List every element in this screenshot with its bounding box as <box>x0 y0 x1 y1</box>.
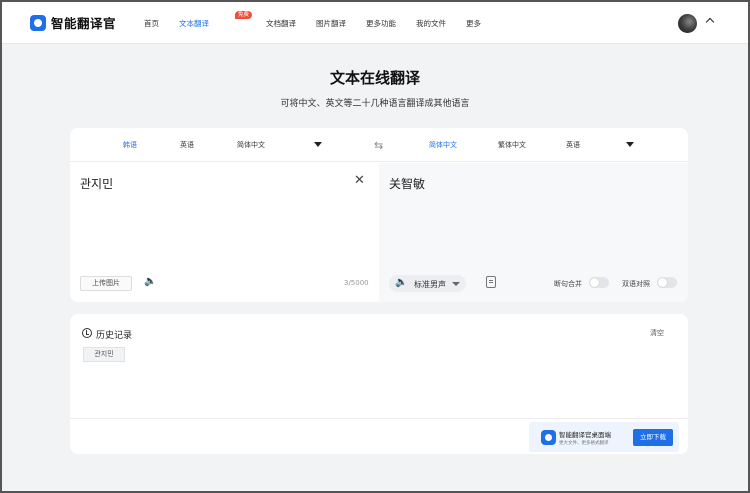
app-logo[interactable]: 智能翻译官 <box>30 13 116 32</box>
sentence-merge-label: 断句合并 <box>554 280 582 288</box>
speaker-icon: 🔈 <box>395 277 408 288</box>
nav-more[interactable]: 更多 <box>466 18 481 29</box>
target-lang-dropdown-icon[interactable] <box>626 142 634 147</box>
source-lang-english[interactable]: 英语 <box>180 140 194 150</box>
history-title: 历史记录 <box>96 331 133 341</box>
swap-languages-icon[interactable]: ⇆ <box>374 139 383 152</box>
voice-label: 标准男声 <box>414 280 446 289</box>
desktop-app-promo: 智能翻译官桌面端 更大文件、更多格式翻译 立即下载 <box>529 422 679 452</box>
upload-image-button[interactable]: 上传图片 <box>80 276 132 291</box>
bilingual-label: 双语对照 <box>622 280 650 288</box>
free-badge: 免费 <box>235 11 253 19</box>
promo-title: 智能翻译官桌面端 <box>559 431 611 439</box>
language-bar: 韩语 英语 简体中文 ⇆ 简体中文 繁体中文 英语 <box>70 128 688 162</box>
page-title: 文本在线翻译 <box>329 69 420 87</box>
nav-doc-translate[interactable]: 文档翻译 <box>266 18 296 29</box>
download-button[interactable]: 立即下载 <box>633 429 673 446</box>
history-icon <box>82 328 92 338</box>
chevron-up-icon[interactable] <box>705 17 715 27</box>
main-nav: 首页 文本翻译 免费 文档翻译 图片翻译 更多功能 我的文件 更多 <box>144 11 501 29</box>
target-lang-traditional[interactable]: 繁体中文 <box>498 140 526 150</box>
history-item[interactable]: 관지민 <box>83 347 125 362</box>
target-pane: 关智敏 🔈 标准男声 断句合并 双语对照 <box>379 163 688 302</box>
caret-down-icon <box>452 282 460 286</box>
app-logo-icon <box>541 430 556 445</box>
source-lang-chinese[interactable]: 简体中文 <box>237 140 265 150</box>
speaker-icon[interactable]: 🔈 <box>144 276 156 287</box>
translation-output: 关智敏 <box>389 177 426 191</box>
target-lang-english[interactable]: 英语 <box>566 140 580 150</box>
nav-more-features[interactable]: 更多功能 <box>366 18 396 29</box>
nav-image-translate[interactable]: 图片翻译 <box>316 18 346 29</box>
bilingual-toggle[interactable] <box>657 277 677 288</box>
nav-text-translate[interactable]: 文本翻译 免费 <box>179 11 253 29</box>
source-lang-dropdown-icon[interactable] <box>314 142 322 147</box>
avatar[interactable] <box>678 14 697 33</box>
copy-icon[interactable] <box>486 276 496 288</box>
source-input[interactable]: 관지민 <box>80 175 113 192</box>
sentence-merge-toggle[interactable] <box>589 277 609 288</box>
nav-home[interactable]: 首页 <box>144 18 159 29</box>
voice-select[interactable]: 🔈 标准男声 <box>389 275 466 292</box>
char-count: 3/5000 <box>344 279 369 287</box>
promo-subtitle: 更大文件、更多格式翻译 <box>559 441 609 446</box>
nav-text-translate-label: 文本翻译 <box>179 19 209 28</box>
source-pane: 관지민 ✕ 上传图片 🔈 3/5000 <box>70 163 379 302</box>
logo-icon <box>30 14 46 31</box>
page-subtitle: 可将中文、英文等二十几种语言翻译成其他语言 <box>280 99 470 109</box>
source-lang-korean[interactable]: 韩语 <box>123 140 137 150</box>
app-name: 智能翻译官 <box>51 16 117 31</box>
close-icon[interactable]: ✕ <box>354 173 365 188</box>
translate-panel: 韩语 英语 简体中文 ⇆ 简体中文 繁体中文 英语 관지민 ✕ 上传图片 🔈 3… <box>70 128 688 302</box>
nav-my-files[interactable]: 我的文件 <box>416 18 446 29</box>
top-header: 智能翻译官 首页 文本翻译 免费 文档翻译 图片翻译 更多功能 我的文件 更多 <box>2 2 748 44</box>
target-lang-simplified[interactable]: 简体中文 <box>429 140 457 150</box>
clear-history-button[interactable]: 清空 <box>650 328 664 338</box>
history-panel: 历史记录 清空 관지민 智能翻译官桌面端 更大文件、更多格式翻译 立即下载 <box>70 314 688 454</box>
